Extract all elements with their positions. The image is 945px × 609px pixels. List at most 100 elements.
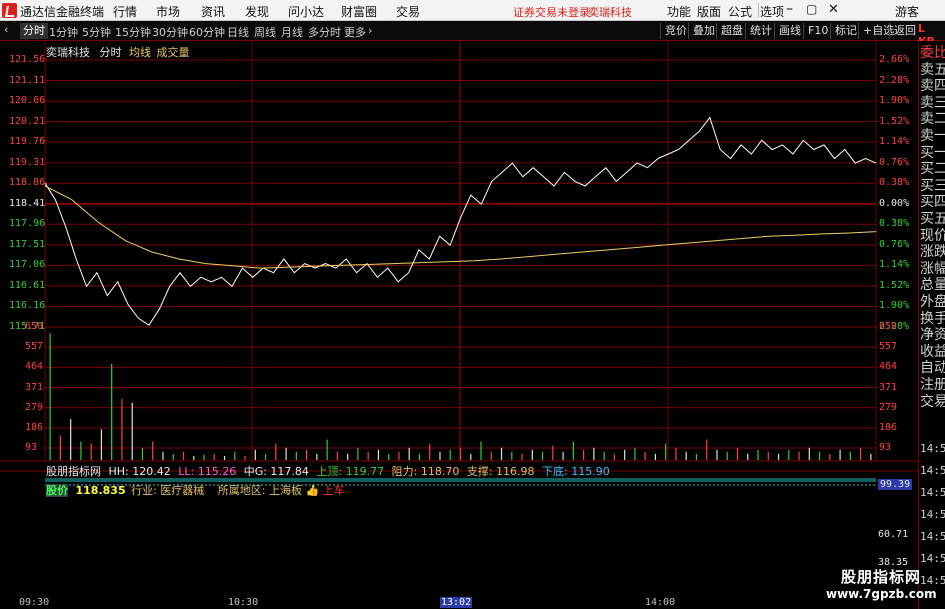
- price-tick-label: 118.86: [9, 177, 46, 189]
- volume-tick-label: 371: [25, 381, 44, 393]
- back-arrow-icon[interactable]: ‹: [4, 23, 8, 36]
- tab-30min[interactable]: 30分钟: [152, 24, 188, 40]
- legend-volume: 成交量: [156, 46, 190, 59]
- side-panel-label: 换手: [920, 310, 945, 327]
- side-panel-label: 卖四: [920, 78, 945, 95]
- price-tick-label: 118.41: [9, 197, 46, 209]
- volume-tick-label-right: 93: [879, 442, 892, 453]
- menu-xuanxiang[interactable]: 选项: [760, 3, 784, 20]
- indicator2-code: 118.835: [75, 484, 126, 497]
- menu-banmian[interactable]: 版面: [697, 3, 721, 20]
- volume-tick-label-right: 464: [879, 361, 898, 373]
- side-panel-label: 买四: [920, 194, 945, 211]
- indicator-ll: LL: 115.26: [178, 465, 237, 478]
- side-panel-label: 买二: [920, 161, 945, 178]
- tab-fenshi[interactable]: 分时: [20, 23, 48, 39]
- tab-weekly[interactable]: 周线: [254, 24, 276, 40]
- intraday-chart[interactable]: 奕瑞科技 分时 均线 成交量 股朋指标网 HH: 120.42 LL: 115.…: [0, 41, 918, 597]
- close-icon[interactable]: ✕: [828, 2, 839, 17]
- quote-side-panel: 委比 卖五 卖四 卖三 卖二 卖一 买一 买二 买三 买四 买五 现价 涨跌 涨幅 总量 外盘 换手 净资 收益 自动…: [918, 41, 945, 609]
- menu-hangqing[interactable]: 行情: [113, 3, 137, 20]
- price-tick-label: 119.31: [9, 156, 46, 168]
- indicator-upper: 上顶: 119.77: [316, 465, 385, 478]
- indicator-tick-label: 60.71: [878, 529, 909, 540]
- side-panel-label: 卖二: [920, 111, 945, 128]
- pct-tick-label: 1.52%: [879, 279, 910, 291]
- volume-tick-label: 464: [25, 361, 44, 373]
- btn-diejia[interactable]: 叠加: [688, 23, 719, 39]
- tab-more[interactable]: 更多: [344, 24, 366, 40]
- price-tick-label: 116.61: [9, 279, 46, 291]
- menu-zixun[interactable]: 资讯: [201, 3, 225, 20]
- watermark-title: 股朋指标网: [840, 568, 921, 586]
- side-panel-label: 涨幅: [920, 260, 945, 277]
- tab-daily[interactable]: 日线: [227, 24, 249, 40]
- menu-wenxiaoda[interactable]: 问小达: [288, 3, 324, 20]
- minimize-icon[interactable]: –: [786, 1, 793, 17]
- menu-jiaoyi[interactable]: 交易: [396, 3, 420, 20]
- pct-tick-label: 0.76%: [879, 238, 910, 250]
- chart-canvas: [0, 41, 918, 486]
- menu-caifuquan[interactable]: 财富圈: [341, 3, 377, 20]
- tab-monthly[interactable]: 月线: [281, 24, 303, 40]
- side-panel-label: 收益: [920, 343, 945, 360]
- indicator2-region: 所属地区: 上海板: [217, 484, 303, 497]
- tab-multi-fenshi[interactable]: 多分时: [308, 24, 341, 40]
- indicator-hh: HH: 120.42: [108, 465, 171, 478]
- side-panel-label: 卖五: [920, 61, 945, 78]
- indicator-legend: 股朋指标网 HH: 120.42 LL: 115.26 中G: 117.84 上…: [46, 463, 610, 479]
- side-panel-label: 净资: [920, 327, 945, 344]
- volume-tick-label: 186: [25, 421, 44, 433]
- price-tick-label: 120.21: [9, 115, 46, 127]
- pct-tick-label: 1.14%: [879, 136, 910, 148]
- app-title: 通达信金融终端: [20, 5, 105, 19]
- side-time-label: 14:56: [920, 508, 945, 521]
- volume-tick-label: 650: [25, 321, 44, 332]
- thumbs-up-icon: 👍: [305, 484, 320, 497]
- btn-tongji[interactable]: 统计: [745, 23, 776, 39]
- legend-mode: 分时: [99, 46, 122, 59]
- btn-f10[interactable]: F10: [803, 23, 832, 39]
- price-tick-label: 117.06: [9, 259, 46, 271]
- indicator2-tag: 股价: [46, 484, 68, 497]
- pct-tick-label: 0.76%: [879, 156, 910, 168]
- menu-gongneng[interactable]: 功能: [667, 3, 691, 20]
- menu-faxian[interactable]: 发现: [245, 3, 269, 20]
- indicator2-industry: 行业: 医疗器械: [131, 484, 205, 497]
- price-tick-label: 117.96: [9, 218, 46, 230]
- maximize-icon[interactable]: ▢: [806, 2, 817, 16]
- pct-tick-label: 2.66%: [879, 54, 910, 65]
- btn-chaopan[interactable]: 超盘: [716, 23, 747, 39]
- btn-jingjia[interactable]: 竞价: [660, 23, 691, 39]
- pct-tick-label: 1.90%: [879, 300, 910, 312]
- indicator-bottom: 下底: 115.90: [542, 465, 610, 478]
- tab-60min[interactable]: 60分钟: [189, 24, 225, 40]
- login-notice[interactable]: 证券交易未登录: [513, 4, 590, 20]
- btn-fanhui[interactable]: 返回: [889, 23, 920, 39]
- pct-tick-label: 0.38%: [879, 218, 910, 230]
- volume-tick-label-right: 279: [879, 401, 898, 413]
- more-chevron-icon[interactable]: ›: [368, 24, 372, 37]
- menu-shichang[interactable]: 市场: [156, 3, 180, 20]
- price-tick-label: 116.16: [9, 300, 46, 312]
- tab-5min[interactable]: 5分钟: [82, 24, 111, 40]
- menu-bar: 通达信金融终端 行情 市场 资讯 发现 问小达 财富圈 交易 证券交易未登录 奕…: [0, 0, 945, 21]
- side-time-label: 14:56: [920, 486, 945, 499]
- guest-label[interactable]: 游客: [895, 3, 919, 20]
- price-tick-label: 121.56: [9, 54, 46, 65]
- price-tick-label: 121.11: [9, 74, 46, 86]
- indicator2-onboard: 上车: [322, 484, 345, 497]
- menu-gongshi[interactable]: 公式: [728, 3, 752, 20]
- time-label: 14:00: [645, 597, 676, 608]
- price-tick-label: 120.66: [9, 95, 46, 107]
- chart-legend: 奕瑞科技 分时 均线 成交量: [46, 44, 190, 60]
- side-time-label: 14:56: [920, 552, 945, 565]
- time-cursor-label: 13:02: [440, 597, 473, 608]
- btn-biaoji[interactable]: 标记: [830, 23, 861, 39]
- side-panel-label: 涨跌: [920, 244, 945, 261]
- tab-1min[interactable]: 1分钟: [49, 24, 78, 40]
- btn-huaxian[interactable]: 画线: [774, 23, 805, 39]
- tab-15min[interactable]: 15分钟: [115, 24, 151, 40]
- side-panel-label: 自动: [920, 360, 945, 377]
- volume-tick-label-right: 186: [879, 421, 898, 433]
